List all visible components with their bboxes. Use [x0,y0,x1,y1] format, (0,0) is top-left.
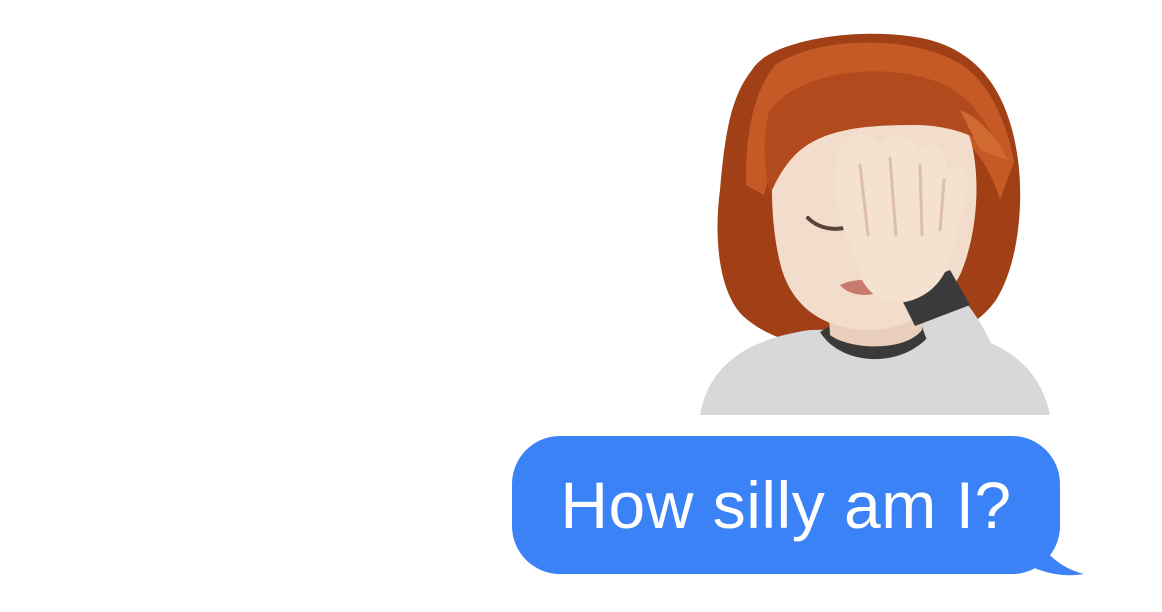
message-thread: How silly am I? [0,0,1162,612]
facepalm-memoji-sticker[interactable] [700,30,1060,415]
message-text: How silly am I? [560,468,1012,542]
bubble-body: How silly am I? [512,436,1060,574]
facepalm-memoji-icon [700,33,1050,415]
message-bubble[interactable]: How silly am I? [512,436,1092,578]
